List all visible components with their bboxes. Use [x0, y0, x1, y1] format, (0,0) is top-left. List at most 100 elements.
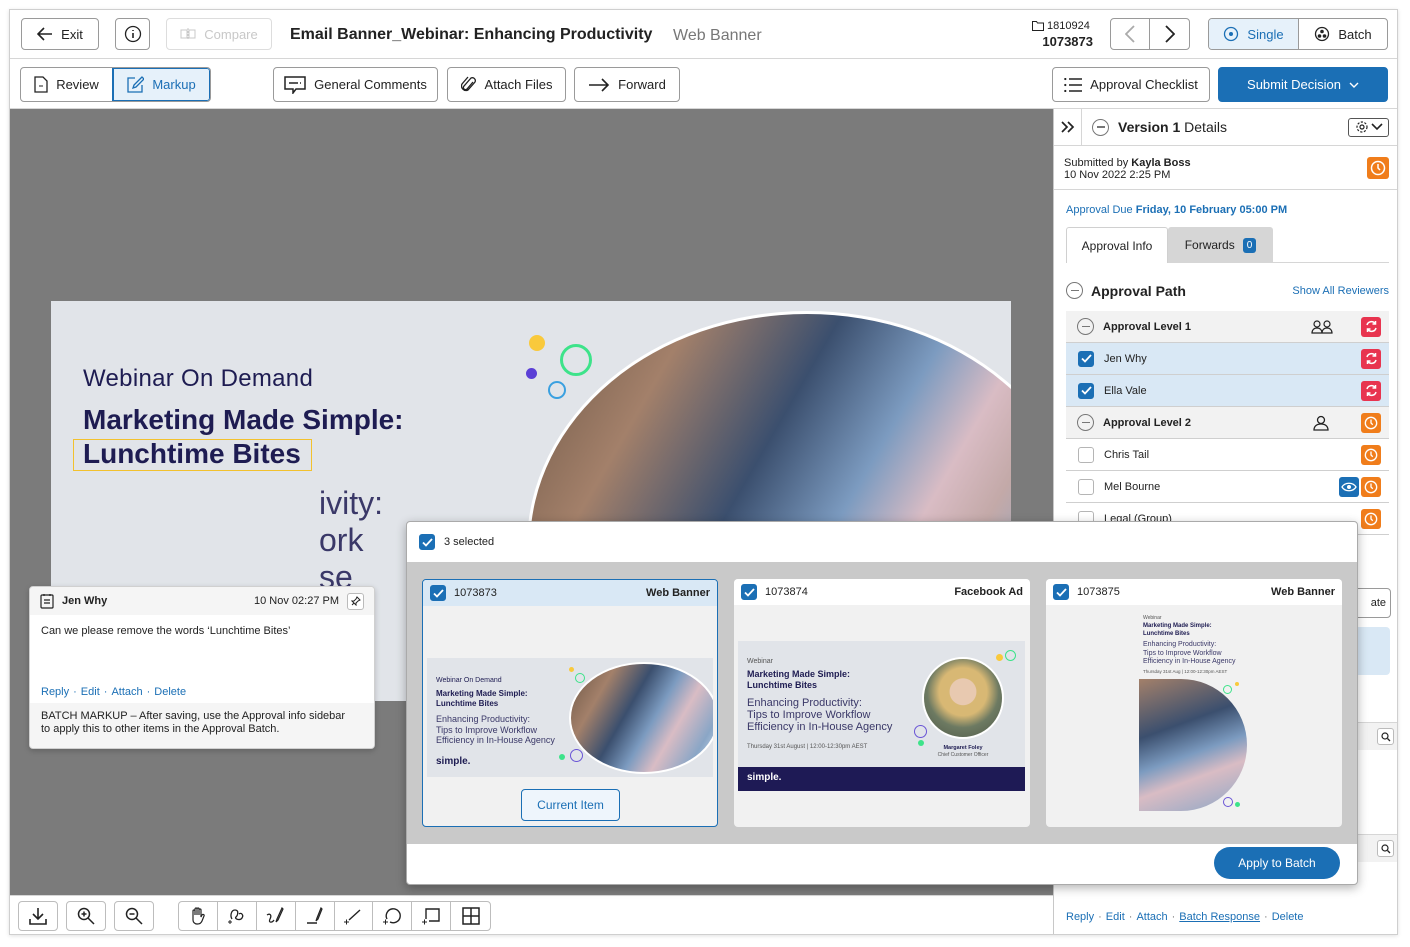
submit-decision-button[interactable]: Submit Decision [1218, 67, 1388, 102]
select-all-checkbox[interactable] [419, 534, 435, 550]
batch-response-link[interactable]: Batch Response [1179, 911, 1260, 923]
note-icon [40, 594, 54, 609]
item-id: 1073875 [1077, 586, 1120, 598]
approval-checklist-button[interactable]: Approval Checklist [1052, 67, 1210, 102]
markup-highlight-box[interactable] [73, 439, 312, 471]
attach-files-button[interactable]: Attach Files [447, 67, 566, 102]
exit-button[interactable]: Exit [21, 18, 99, 50]
line-tool-button[interactable] [335, 902, 374, 930]
thumb-s1: Enhancing Productivity: [436, 714, 531, 724]
previous-item-button[interactable] [1111, 19, 1151, 49]
mode-batch-button[interactable]: Batch [1299, 19, 1387, 49]
decor-dot [1235, 802, 1240, 807]
compare-button[interactable]: Compare [166, 18, 272, 50]
card-header: 1073873 Web Banner [423, 580, 717, 606]
zoom-out-button[interactable] [114, 901, 154, 931]
tab-forwards[interactable]: Forwards 0 [1168, 227, 1273, 263]
review-tab[interactable]: Review [21, 68, 114, 101]
decor-ring [575, 673, 585, 683]
grid-tool-button[interactable] [451, 902, 490, 930]
mode-single-button[interactable]: Single [1209, 19, 1299, 49]
check-icon [1055, 587, 1067, 597]
batch-item-card[interactable]: 1073873 Web Banner Webinar On Demand Mar… [422, 579, 718, 827]
approval-level-row[interactable]: Approval Level 2 [1066, 407, 1389, 439]
comment-attach-link[interactable]: Attach [111, 686, 142, 698]
next-item-button[interactable] [1150, 19, 1189, 49]
comment-search-button[interactable] [1377, 728, 1394, 745]
thumb-photo [1139, 679, 1247, 811]
reviewer-checkbox[interactable] [1078, 478, 1094, 495]
info-button[interactable] [115, 18, 150, 50]
ellipse-tool-button[interactable] [373, 902, 413, 930]
radio-dot-icon [1224, 26, 1239, 42]
delete-link[interactable]: Delete [1272, 911, 1304, 923]
show-all-reviewers-link[interactable]: Show All Reviewers [1292, 285, 1389, 297]
pan-tool-button[interactable] [179, 902, 218, 930]
reviewer-name: Jen Why [1104, 352, 1147, 365]
submit-decision-label: Submit Decision [1247, 77, 1341, 92]
comment-edit-link[interactable]: Edit [81, 686, 100, 698]
thumb-kicker: Webinar [747, 658, 773, 665]
apply-to-batch-button[interactable]: Apply to Batch [1214, 847, 1340, 879]
speaker-name: Margaret Foley [943, 745, 983, 751]
underline-tool-button[interactable] [296, 902, 335, 930]
pin-button[interactable] [347, 592, 364, 610]
thumb-footer-bar: simple. [738, 767, 1025, 791]
thumb-kicker: Webinar [1143, 615, 1162, 621]
collapse-level-icon[interactable] [1077, 414, 1094, 431]
reviewer-checkbox[interactable] [1078, 446, 1094, 463]
freehand-draw-tool-button[interactable] [257, 902, 296, 930]
current-item-button[interactable]: Current Item [521, 789, 620, 821]
item-checkbox[interactable] [741, 584, 757, 600]
markup-tools-group [178, 901, 491, 931]
batch-item-card[interactable]: 1073875 Web Banner Webinar Marketing Mad… [1046, 579, 1342, 827]
reviewer-checkbox[interactable] [1078, 350, 1094, 367]
freehand-shape-tool-button[interactable] [218, 902, 257, 930]
comment-delete-link[interactable]: Delete [154, 686, 186, 698]
item-checkbox[interactable] [430, 585, 446, 601]
sync-icon [1365, 384, 1377, 397]
reviewer-checkbox[interactable] [1078, 382, 1094, 399]
markup-tab[interactable]: Markup [113, 68, 210, 101]
check-icon [432, 588, 444, 598]
rectangle-tool-button[interactable] [412, 902, 452, 930]
comment-reply-link[interactable]: Reply [41, 686, 69, 698]
item-id: 1073873 [454, 587, 497, 599]
collapse-sidebar-button[interactable] [1054, 108, 1082, 146]
reviewer-row[interactable]: Ella Vale [1066, 375, 1389, 407]
thumb-subhead: Enhancing Productivity: Tips to Improve W… [436, 714, 555, 746]
reviewer-row[interactable]: Chris Tail [1066, 439, 1389, 471]
reviewer-row[interactable]: Mel Bourne [1066, 471, 1389, 503]
item-checkbox[interactable] [1053, 584, 1069, 600]
collapse-level-icon[interactable] [1077, 318, 1094, 335]
tab-approval-info[interactable]: Approval Info [1066, 227, 1168, 263]
general-comments-button[interactable]: General Comments [273, 67, 438, 102]
thumb-s3: Efficiency in In-House Agency [436, 735, 555, 745]
collapse-version-icon[interactable] [1092, 118, 1109, 136]
rectangle-icon [422, 908, 440, 925]
download-button[interactable] [18, 901, 58, 931]
freehand-shape-icon [227, 909, 244, 924]
thumb-h1: Marketing Made Simple: [1143, 623, 1212, 629]
thumb-headline: Marketing Made Simple: Lunchtime Bites [747, 669, 850, 691]
ellipse-icon [383, 908, 402, 925]
reviewer-row[interactable]: Jen Why [1066, 343, 1389, 375]
item-type: Web Banner [646, 587, 710, 599]
edit-link[interactable]: Edit [1106, 911, 1125, 923]
batch-item-card[interactable]: 1073874 Facebook Ad Webinar Marketing Ma… [734, 579, 1030, 827]
decor-dot [569, 667, 574, 672]
comment-search-button[interactable] [1377, 840, 1394, 857]
reply-link[interactable]: Reply [1066, 911, 1094, 923]
partial-action-button[interactable]: ate [1354, 588, 1391, 618]
attach-link[interactable]: Attach [1136, 911, 1167, 923]
zoom-in-button[interactable] [66, 901, 106, 931]
approval-level-row[interactable]: Approval Level 1 [1066, 311, 1389, 343]
forward-button[interactable]: Forward [574, 67, 680, 102]
version-settings-dropdown[interactable] [1348, 117, 1389, 137]
thumb-s2: Tips to Improve Workflow [747, 709, 871, 721]
collapse-approval-path-icon[interactable] [1066, 282, 1083, 299]
batch-note-line1: BATCH MARKUP – After saving, use the App… [41, 710, 346, 722]
card-header: 1073875 Web Banner [1046, 579, 1342, 605]
attach-files-label: Attach Files [484, 77, 553, 92]
markup-pencil-icon [127, 76, 145, 93]
